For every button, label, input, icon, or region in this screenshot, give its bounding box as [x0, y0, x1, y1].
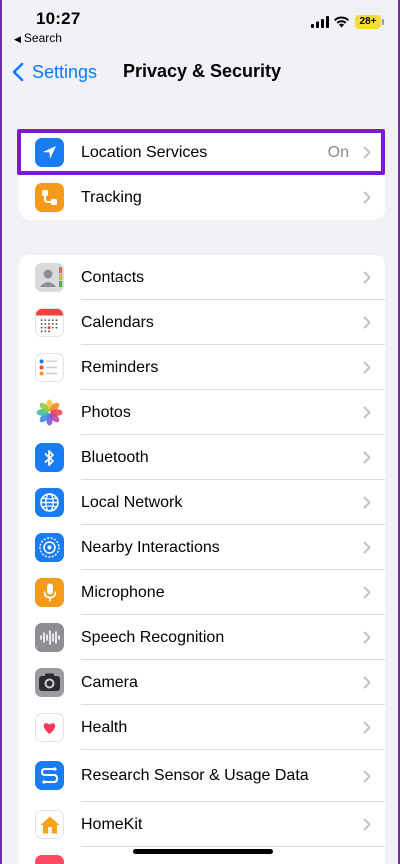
microphone-icon	[35, 578, 64, 607]
chevron-right-icon	[363, 541, 371, 554]
row-label: Microphone	[81, 584, 165, 601]
photos-icon	[35, 398, 64, 427]
research-sensor-row[interactable]: Research Sensor & Usage Data	[19, 750, 385, 802]
chevron-right-icon	[363, 271, 371, 284]
row-label: Nearby Interactions	[81, 539, 220, 556]
bluetooth-row[interactable]: Bluetooth	[19, 435, 385, 480]
cellular-signal-icon	[311, 16, 329, 28]
chevron-right-icon	[363, 361, 371, 374]
row-label: Local Network	[81, 494, 183, 511]
camera-icon	[35, 668, 64, 697]
home-indicator	[133, 849, 273, 854]
reminders-icon	[35, 353, 64, 382]
chevron-right-icon	[363, 191, 371, 204]
page-title: Privacy & Security	[122, 61, 282, 81]
battery-icon: 28+	[355, 15, 381, 29]
screen: 10:27 ◀ Search 28+ Settings Privacy & Sec…	[0, 0, 400, 864]
globe-icon	[35, 488, 64, 517]
calendars-row[interactable]: Calendars	[19, 300, 385, 345]
row-label: Health	[81, 719, 128, 736]
chevron-right-icon	[363, 676, 371, 689]
homekit-row[interactable]: HomeKit	[19, 802, 385, 847]
research-sensor-icon	[35, 761, 64, 790]
chevron-right-icon	[363, 406, 371, 419]
wifi-icon	[334, 16, 349, 28]
row-label: Tracking	[81, 189, 142, 206]
status-bar: 10:27 ◀ Search 28+	[2, 0, 398, 50]
row-label: Photos	[81, 404, 131, 421]
row-label: Location Services	[81, 144, 208, 161]
contacts-icon	[35, 263, 64, 292]
row-label: Bluetooth	[81, 449, 149, 466]
location-tracking-group: Location Services On Tracking	[19, 130, 385, 220]
camera-row[interactable]: Camera	[19, 660, 385, 705]
row-label: Contacts	[81, 269, 145, 286]
health-row[interactable]: Health	[19, 705, 385, 750]
row-label: Research Sensor & Usage Data	[81, 767, 309, 784]
chevron-right-icon	[363, 496, 371, 509]
waveform-icon	[35, 623, 64, 652]
music-icon	[35, 855, 64, 864]
nearby-interactions-icon	[35, 533, 64, 562]
row-label: Calendars	[81, 314, 154, 331]
chevron-right-icon	[363, 631, 371, 644]
chevron-right-icon	[363, 146, 371, 159]
microphone-row[interactable]: Microphone	[19, 570, 385, 615]
row-label: Camera	[81, 674, 138, 691]
tracking-row[interactable]: Tracking	[19, 175, 385, 220]
contacts-row[interactable]: Contacts	[19, 255, 385, 300]
chevron-right-icon	[363, 770, 371, 783]
nearby-interactions-row[interactable]: Nearby Interactions	[19, 525, 385, 570]
bluetooth-icon	[35, 443, 64, 472]
back-app-label: Search	[23, 31, 62, 45]
back-to-app-link[interactable]: ◀ Search	[14, 31, 62, 45]
local-network-row[interactable]: Local Network	[19, 480, 385, 525]
row-label: Speech Recognition	[81, 629, 225, 646]
chevron-right-icon	[363, 316, 371, 329]
row-label: HomeKit	[81, 816, 143, 833]
home-icon	[35, 810, 64, 839]
chevron-right-icon	[363, 818, 371, 831]
chevron-right-icon	[363, 586, 371, 599]
chevron-right-icon	[363, 451, 371, 464]
back-triangle-icon: ◀	[14, 34, 21, 44]
chevron-right-icon	[363, 721, 371, 734]
photos-row[interactable]: Photos	[19, 390, 385, 435]
calendar-icon	[35, 308, 64, 337]
battery-nub	[382, 19, 384, 25]
location-arrow-icon	[35, 138, 64, 167]
heart-icon	[35, 713, 64, 742]
location-services-row[interactable]: Location Services On	[19, 130, 385, 175]
reminders-row[interactable]: Reminders	[19, 345, 385, 390]
permissions-group: Contacts Calendars Reminders Photos Blue…	[19, 255, 385, 864]
speech-recognition-row[interactable]: Speech Recognition	[19, 615, 385, 660]
row-label: Reminders	[81, 359, 159, 376]
navigation-bar: Settings Privacy & Security	[2, 52, 398, 92]
tracking-icon	[35, 183, 64, 212]
row-value: On	[327, 144, 349, 161]
status-time: 10:27	[36, 9, 81, 28]
